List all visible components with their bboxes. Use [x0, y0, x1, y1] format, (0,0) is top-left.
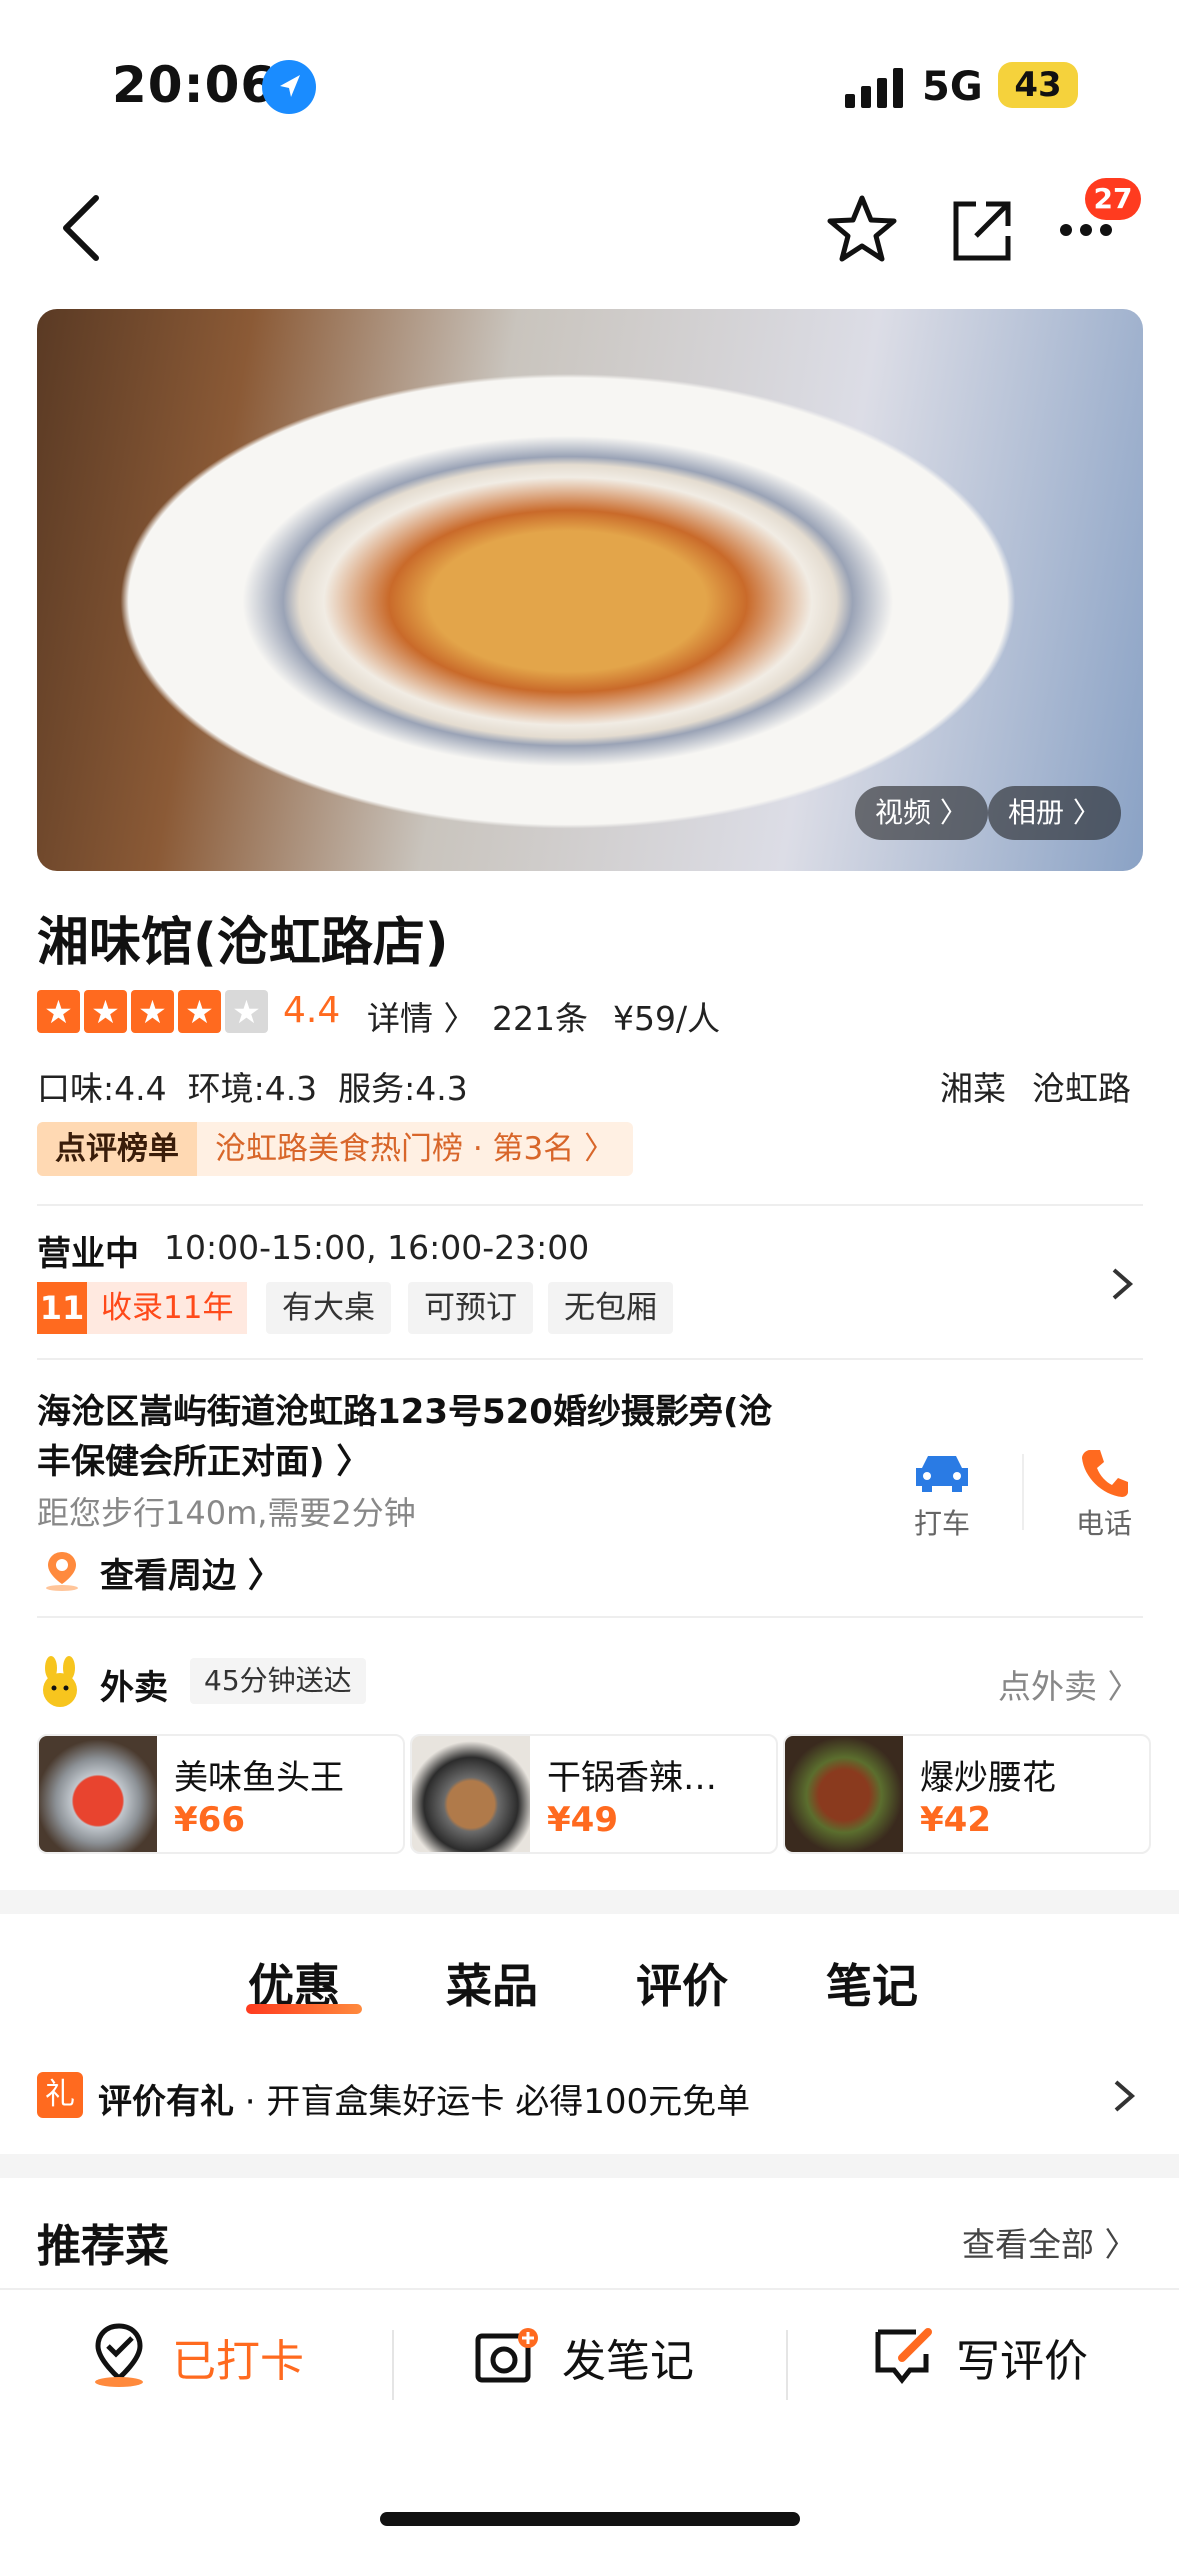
order-delivery-link[interactable]: 点外卖 〉 [998, 1660, 1141, 1708]
cellular-signal-icon [845, 68, 907, 108]
location-arrow-icon [262, 60, 316, 114]
dish-image [39, 1736, 157, 1852]
address-line-1[interactable]: 海沧区嵩屿街道沧虹路123号520婚纱摄影旁(沧 [37, 1384, 867, 1433]
star-rating: ★ ★ ★ ★ ★ [37, 990, 268, 1033]
promo-description: · 开盲盒集好运卡 必得100元免单 [234, 2082, 751, 2122]
divider [786, 2330, 788, 2400]
star-icon: ★ [225, 990, 268, 1033]
notification-badge: 27 [1085, 178, 1141, 220]
divider [37, 1358, 1143, 1360]
years-icon: 11 [37, 1282, 87, 1334]
delivery-mascot-icon [37, 1656, 83, 1712]
taxi-icon[interactable] [912, 1450, 972, 1498]
post-note-button[interactable]: 发笔记 [562, 2325, 694, 2389]
tab-notes[interactable]: 笔记 [826, 1950, 918, 2016]
cuisine-tag[interactable]: 湘菜 [940, 1062, 1006, 1110]
opening-hours: 10:00-15:00, 16:00-23:00 [164, 1228, 590, 1267]
details-link[interactable]: 详情 〉 [367, 992, 477, 1040]
dish-image [785, 1736, 903, 1852]
home-indicator[interactable] [380, 2512, 800, 2526]
feature-tag: 无包厢 [548, 1282, 673, 1334]
star-icon: ★ [178, 990, 221, 1033]
album-button[interactable]: 相册 〉 [988, 786, 1121, 840]
status-time: 20:06 [112, 56, 277, 114]
delivery-item-card[interactable]: 干锅香辣… ¥49 [410, 1734, 778, 1854]
phone-label[interactable]: 电话 [1076, 1502, 1132, 1542]
network-type: 5G [922, 64, 983, 110]
feature-tag: 可预订 [408, 1282, 533, 1334]
tab-dishes[interactable]: 菜品 [446, 1950, 538, 2016]
divider [392, 2330, 394, 2400]
dish-name: 美味鱼头王 [174, 1758, 344, 1798]
camera-note-icon[interactable] [474, 2326, 540, 2390]
favorite-star-icon[interactable] [822, 190, 902, 270]
recommend-title: 推荐菜 [37, 2221, 169, 2272]
write-review-icon[interactable] [872, 2324, 936, 2390]
delivery-title: 外卖 [100, 1668, 168, 1708]
back-icon[interactable] [56, 192, 106, 264]
sub-scores: 口味:4.4 环境:4.3 服务:4.3 [37, 1069, 468, 1108]
delivery-time-chip: 45分钟送达 [190, 1658, 366, 1704]
rank-banner[interactable]: 点评榜单 沧虹路美食热门榜 · 第3名 〉 [37, 1122, 634, 1176]
view-nearby-link[interactable]: 查看周边 〉 [100, 1548, 282, 1597]
price-per-person: ¥59/人 [613, 999, 721, 1038]
star-icon: ★ [84, 990, 127, 1033]
rank-text: 沧虹路美食热门榜 · 第3名 〉 [197, 1122, 634, 1176]
gift-icon: 礼 [37, 2072, 83, 2118]
open-status: 营业中 [37, 1234, 139, 1274]
hero-food-image[interactable] [37, 309, 1143, 871]
video-button[interactable]: 视频 〉 [855, 786, 988, 840]
shop-name: 湘味馆(沧虹路店) [37, 913, 449, 973]
divider [37, 1204, 1143, 1206]
section-separator [0, 1890, 1179, 1914]
dish-name: 爆炒腰花 [920, 1758, 1056, 1798]
share-icon[interactable] [942, 190, 1022, 270]
battery-indicator: 43 [998, 62, 1078, 108]
taxi-label[interactable]: 打车 [914, 1502, 970, 1542]
view-all-link[interactable]: 查看全部 〉 [962, 2218, 1138, 2266]
tab-reviews[interactable]: 评价 [636, 1950, 728, 2016]
promo-title: 评价有礼 [98, 2082, 234, 2122]
dish-name: 干锅香辣… [547, 1758, 717, 1798]
delivery-item-card[interactable]: 爆炒腰花 ¥42 [783, 1734, 1151, 1854]
dish-price: ¥66 [174, 1800, 245, 1840]
feature-tag: 有大桌 [266, 1282, 391, 1334]
dish-price: ¥49 [547, 1800, 618, 1840]
section-separator [0, 2154, 1179, 2178]
rank-badge: 点评榜单 [37, 1122, 197, 1176]
area-tag[interactable]: 沧虹路 [1032, 1062, 1131, 1110]
dish-price: ¥42 [920, 1800, 991, 1840]
chevron-right-icon[interactable] [1112, 2078, 1136, 2118]
delivery-item-card[interactable]: 美味鱼头王 ¥66 [37, 1734, 405, 1854]
address-line-2[interactable]: 丰保健会所正对面) 〉 [37, 1434, 370, 1483]
checked-in-button[interactable]: 已打卡 [172, 2325, 304, 2389]
checkin-icon[interactable] [88, 2322, 150, 2392]
write-review-button[interactable]: 写评价 [956, 2325, 1088, 2389]
chevron-right-icon[interactable] [1110, 1266, 1134, 1306]
star-icon: ★ [37, 990, 80, 1033]
years-label: 收录11年 [87, 1282, 248, 1334]
map-pin-icon [40, 1548, 84, 1596]
walking-distance: 距您步行140m,需要2分钟 [37, 1494, 416, 1532]
dish-image [412, 1736, 530, 1852]
phone-icon[interactable] [1080, 1446, 1128, 1502]
active-tab-indicator [246, 2004, 362, 2014]
rating-score: 4.4 [283, 990, 341, 1031]
divider [1022, 1454, 1024, 1530]
divider [37, 1616, 1143, 1618]
review-count: 221条 [492, 999, 588, 1038]
promo-text[interactable]: 评价有礼 · 开盲盒集好运卡 必得100元免单 [98, 2074, 750, 2123]
star-icon: ★ [131, 990, 174, 1033]
